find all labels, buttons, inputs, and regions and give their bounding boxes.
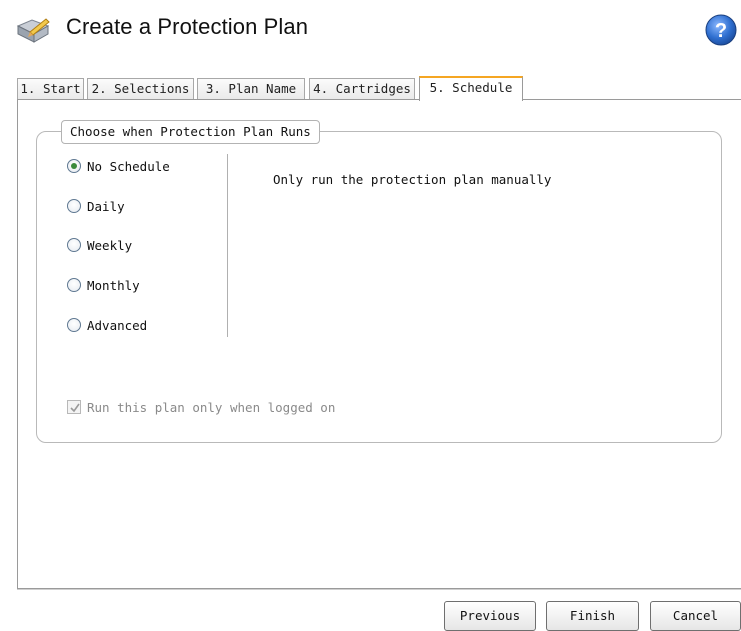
radio-daily[interactable]: Daily <box>67 196 125 216</box>
logged-on-checkbox-row: Run this plan only when logged on <box>67 397 335 417</box>
radio-button[interactable] <box>67 238 81 252</box>
logged-on-label: Run this plan only when logged on <box>87 399 336 415</box>
radio-weekly[interactable]: Weekly <box>67 235 132 255</box>
cancel-button[interactable]: Cancel <box>650 601 741 631</box>
tab-start[interactable]: 1. Start <box>17 78 84 100</box>
radio-label: Monthly <box>87 277 140 293</box>
protection-plan-icon <box>16 16 50 44</box>
radio-button-checked[interactable] <box>67 159 81 173</box>
schedule-description: Only run the protection plan manually <box>273 172 552 187</box>
radio-advanced[interactable]: Advanced <box>67 315 147 335</box>
tab-cartridges[interactable]: 4. Cartridges <box>309 78 415 100</box>
radio-no-schedule[interactable]: No Schedule <box>67 156 170 176</box>
dialog-title: Create a Protection Plan <box>66 14 309 39</box>
tab-plan-name[interactable]: 3. Plan Name <box>197 78 305 100</box>
tab-selections[interactable]: 2. Selections <box>87 78 194 100</box>
radio-button[interactable] <box>67 278 81 292</box>
footer-divider <box>17 589 741 590</box>
tab-schedule[interactable]: 5. Schedule <box>419 76 523 101</box>
help-icon[interactable]: ? <box>705 14 737 46</box>
title-bar: Create a Protection Plan ? <box>0 0 741 66</box>
radio-label: No Schedule <box>87 158 170 174</box>
checkmark-icon <box>70 403 80 413</box>
radio-label: Daily <box>87 198 125 214</box>
previous-button[interactable]: Previous <box>444 601 536 631</box>
vertical-divider <box>227 154 228 337</box>
svg-text:?: ? <box>715 20 727 42</box>
radio-label: Advanced <box>87 317 148 333</box>
logged-on-checkbox <box>67 400 81 414</box>
radio-button[interactable] <box>67 318 81 332</box>
radio-monthly[interactable]: Monthly <box>67 275 140 295</box>
radio-button[interactable] <box>67 199 81 213</box>
finish-button[interactable]: Finish <box>546 601 639 631</box>
schedule-group-title: Choose when Protection Plan Runs <box>61 120 320 144</box>
radio-label: Weekly <box>87 237 133 253</box>
